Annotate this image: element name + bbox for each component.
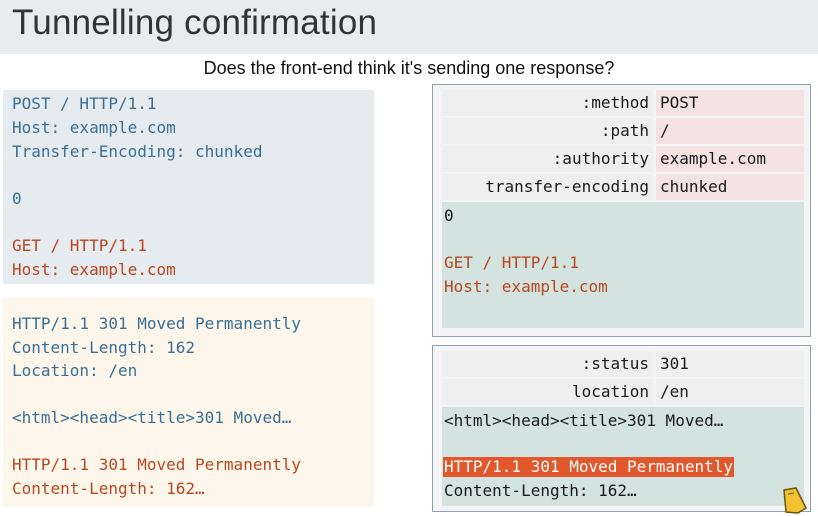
slide-title: Tunnelling confirmation: [12, 3, 378, 42]
header-value: /en: [656, 379, 804, 405]
header-name: :path: [442, 118, 653, 144]
smuggled-request-line: GET / HTTP/1.1: [12, 236, 147, 255]
host-header: Host: example.com: [12, 118, 176, 137]
smuggled-host-header: Host: example.com: [444, 277, 608, 296]
header-value: example.com: [656, 146, 804, 172]
header-row: :authority example.com: [442, 146, 804, 172]
status-line: HTTP/1.1 301 Moved Permanently: [12, 314, 301, 333]
header-value: /: [656, 118, 804, 144]
right-response-panel: :status 301 location /en <html><head><ti…: [432, 345, 811, 512]
header-name: :status: [442, 351, 653, 377]
highlighted-status-line: HTTP/1.1 301 Moved Permanently: [443, 457, 734, 477]
left-response-panel: HTTP/1.1 301 Moved Permanently Content-L…: [3, 297, 374, 507]
request-line: POST / HTTP/1.1: [12, 94, 157, 113]
header-row: location /en: [442, 379, 804, 405]
header-name: :method: [442, 90, 653, 116]
content-length-line: Content-Length: 162…: [444, 481, 637, 500]
second-status-line: HTTP/1.1 301 Moved Permanently: [12, 455, 301, 474]
transfer-encoding-header: Transfer-Encoding: chunked: [12, 142, 263, 161]
smuggled-request-line: GET / HTTP/1.1: [444, 253, 579, 272]
header-value: chunked: [656, 174, 804, 200]
smuggled-host-header: Host: example.com: [12, 260, 176, 279]
second-content-length: Content-Length: 162…: [12, 479, 205, 498]
header-name: :authority: [442, 146, 653, 172]
left-request-panel: POST / HTTP/1.1 Host: example.com Transf…: [3, 90, 374, 284]
chunk-terminator: 0: [12, 189, 22, 208]
header-row: :path /: [442, 118, 804, 144]
header-name: transfer-encoding: [442, 174, 653, 200]
chunk-terminator: 0: [444, 206, 454, 225]
header-name: location: [442, 379, 653, 405]
right-request-panel: :method POST :path / :authority example.…: [432, 84, 811, 337]
hand-pointer-icon: [783, 487, 807, 514]
header-value: 301: [656, 351, 804, 377]
header-row: :method POST: [442, 90, 804, 116]
header-row: transfer-encoding chunked: [442, 174, 804, 200]
html-body-line: <html><head><title>301 Moved…: [444, 411, 724, 430]
content-length-header: Content-Length: 162: [12, 338, 196, 357]
header-value: POST: [656, 90, 804, 116]
slide-subtitle: Does the front-end think it's sending on…: [203, 58, 615, 78]
title-bar: Tunnelling confirmation: [0, 0, 818, 54]
response-body: <html><head><title>301 Moved… HTTP/1.1 3…: [442, 407, 804, 506]
response-body: <html><head><title>301 Moved…: [12, 408, 292, 427]
request-body: 0 GET / HTTP/1.1 Host: example.com: [442, 202, 804, 328]
header-row: :status 301: [442, 351, 804, 377]
location-header: Location: /en: [12, 361, 138, 380]
